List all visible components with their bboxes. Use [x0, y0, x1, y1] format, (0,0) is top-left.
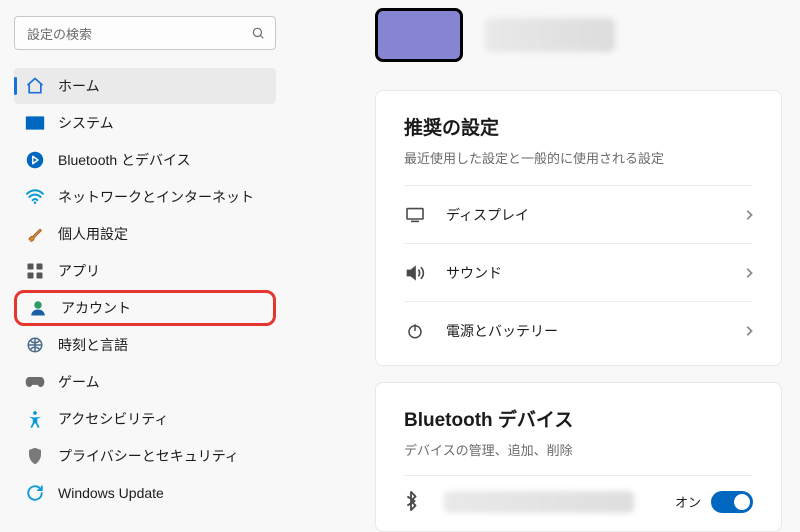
settings-row-display[interactable]: ディスプレイ: [404, 185, 753, 243]
system-icon: [24, 112, 46, 134]
main-pane: 推奨の設定 最近使用した設定と一般的に使用される設定 ディスプレイ サウンド 電…: [375, 0, 800, 528]
bluetooth-icon: [404, 491, 426, 513]
gamepad-icon: [24, 371, 46, 393]
bluetooth-devices-card: Bluetooth デバイス デバイスの管理、追加、削除 オン: [375, 382, 782, 532]
bluetooth-toggle[interactable]: [711, 491, 753, 513]
sidebar-item-label: ネットワークとインターネット: [58, 187, 254, 207]
sidebar-item-network[interactable]: ネットワークとインターネット: [14, 179, 276, 215]
sidebar-item-label: アクセシビリティ: [58, 409, 168, 429]
settings-row-sound[interactable]: サウンド: [404, 243, 753, 301]
sound-icon: [404, 262, 426, 284]
sidebar-item-gaming[interactable]: ゲーム: [14, 364, 276, 400]
sidebar-item-personalization[interactable]: 個人用設定: [14, 216, 276, 252]
clock-globe-icon: [24, 334, 46, 356]
chevron-right-icon: [745, 267, 753, 279]
sidebar-item-label: Windows Update: [58, 485, 164, 501]
sidebar-item-label: システム: [58, 113, 114, 133]
header: [375, 8, 782, 62]
recommended-title: 推奨の設定: [404, 113, 753, 140]
sidebar-item-system[interactable]: システム: [14, 105, 276, 141]
settings-row-label: ディスプレイ: [446, 205, 745, 225]
bluetooth-title: Bluetooth デバイス: [404, 405, 753, 432]
sidebar-item-label: Bluetooth とデバイス: [58, 150, 191, 170]
settings-row-power[interactable]: 電源とバッテリー: [404, 301, 753, 359]
bluetooth-icon: [24, 149, 46, 171]
person-icon: [27, 297, 49, 319]
sidebar-item-label: ホーム: [58, 76, 100, 96]
sidebar-item-privacy[interactable]: プライバシーとセキュリティ: [14, 438, 276, 474]
accessibility-icon: [24, 408, 46, 430]
sidebar-item-label: アカウント: [61, 298, 131, 318]
home-icon: [24, 75, 46, 97]
apps-icon: [24, 260, 46, 282]
settings-row-label: 電源とバッテリー: [446, 321, 745, 341]
sidebar-item-label: 個人用設定: [58, 224, 128, 244]
search-box[interactable]: 設定の検索: [14, 16, 276, 50]
sidebar-item-label: ゲーム: [58, 372, 100, 392]
sidebar-item-windows-update[interactable]: Windows Update: [14, 475, 276, 511]
search-placeholder: 設定の検索: [27, 24, 251, 43]
sidebar-item-label: アプリ: [58, 261, 100, 281]
sidebar-item-label: プライバシーとセキュリティ: [58, 446, 239, 466]
sidebar-item-home[interactable]: ホーム: [14, 68, 276, 104]
sidebar-item-accounts[interactable]: アカウント: [14, 290, 276, 326]
sidebar-nav: ホーム システム Bluetooth とデバイス ネットワークとインターネット …: [14, 68, 276, 511]
recommended-subtitle: 最近使用した設定と一般的に使用される設定: [404, 148, 753, 167]
sidebar-item-bluetooth[interactable]: Bluetooth とデバイス: [14, 142, 276, 178]
power-icon: [404, 320, 426, 342]
bluetooth-subtitle: デバイスの管理、追加、削除: [404, 440, 753, 459]
toggle-label: オン: [675, 492, 701, 511]
desktop-thumbnail[interactable]: [375, 8, 463, 62]
recommended-settings-card: 推奨の設定 最近使用した設定と一般的に使用される設定 ディスプレイ サウンド 電…: [375, 90, 782, 366]
update-icon: [24, 482, 46, 504]
shield-icon: [24, 445, 46, 467]
bluetooth-device-name-placeholder: [444, 491, 634, 513]
sidebar-item-apps[interactable]: アプリ: [14, 253, 276, 289]
bluetooth-toggle-row: オン: [404, 475, 753, 527]
brush-icon: [24, 223, 46, 245]
settings-row-label: サウンド: [446, 263, 745, 283]
sidebar: 設定の検索 ホーム システム Bluetooth とデバイス ネットワークとイン…: [0, 0, 290, 528]
user-name-placeholder: [485, 18, 615, 52]
wifi-icon: [24, 186, 46, 208]
sidebar-item-time-language[interactable]: 時刻と言語: [14, 327, 276, 363]
chevron-right-icon: [745, 325, 753, 337]
sidebar-item-accessibility[interactable]: アクセシビリティ: [14, 401, 276, 437]
chevron-right-icon: [745, 209, 753, 221]
display-icon: [404, 204, 426, 226]
search-icon: [251, 26, 265, 40]
sidebar-item-label: 時刻と言語: [58, 335, 128, 355]
